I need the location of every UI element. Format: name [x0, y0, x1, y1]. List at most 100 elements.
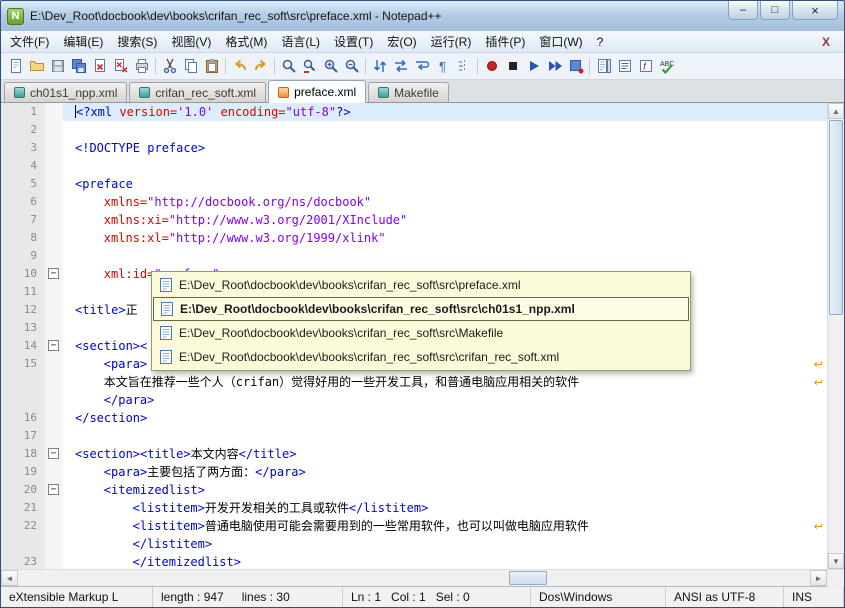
title-bar[interactable]: N E:\Dev_Root\docbook\dev\books\crifan_r…: [1, 1, 844, 31]
menu-item[interactable]: 文件(F): [3, 30, 56, 53]
editor-row[interactable]: 17: [1, 427, 827, 445]
word-wrap-icon[interactable]: [411, 56, 432, 77]
editor-row[interactable]: </listitem>: [1, 535, 827, 553]
editor-row[interactable]: 8 xmlns:xl="http://www.w3.org/1999/xlink": [1, 229, 827, 247]
save-all-icon[interactable]: [68, 56, 89, 77]
code-text[interactable]: <para>主要包括了两方面：</para>: [63, 463, 827, 481]
find-icon[interactable]: [278, 56, 299, 77]
tab[interactable]: crifan_rec_soft.xml: [129, 82, 267, 102]
editor-row[interactable]: 7 xmlns:xi="http://www.w3.org/2001/XInclu…: [1, 211, 827, 229]
editor-row[interactable]: 3 <!DOCTYPE preface>: [1, 139, 827, 157]
code-text[interactable]: [63, 247, 827, 265]
editor-row[interactable]: 6 xmlns="http://docbook.org/ns/docbook": [1, 193, 827, 211]
code-text[interactable]: <?xml version='1.0' encoding="utf-8"?>: [63, 103, 827, 121]
menu-item[interactable]: 语言(L): [274, 30, 327, 53]
code-text[interactable]: <!DOCTYPE preface>: [63, 139, 827, 157]
vertical-scrollbar-thumb[interactable]: [829, 120, 843, 315]
code-text[interactable]: </section>: [63, 409, 827, 427]
menu-item[interactable]: 编辑(E): [56, 30, 110, 53]
minimize-button[interactable]: –: [728, 1, 758, 20]
zoom-in-icon[interactable]: [320, 56, 341, 77]
scroll-up-icon[interactable]: ▲: [828, 103, 844, 119]
code-text[interactable]: [63, 427, 827, 445]
code-text[interactable]: <itemizedlist>: [63, 481, 827, 499]
menu-item[interactable]: 设置(T): [327, 30, 380, 53]
cut-icon[interactable]: [159, 56, 180, 77]
editor-row[interactable]: 18− <section><title>本文内容</title>: [1, 445, 827, 463]
tab[interactable]: Makefile: [368, 82, 449, 102]
fold-marker-icon[interactable]: −: [48, 484, 59, 495]
code-text[interactable]: <listitem>普通电脑使用可能会需要用到的一些常用软件，也可以叫做电脑应用…: [63, 517, 827, 535]
undo-icon[interactable]: [229, 56, 250, 77]
maximize-button[interactable]: □: [760, 1, 790, 20]
new-document-icon[interactable]: [5, 56, 26, 77]
editor-row[interactable]: 1 <?xml version='1.0' encoding="utf-8"?>: [1, 103, 827, 121]
indent-guide-icon[interactable]: [453, 56, 474, 77]
document-list-icon[interactable]: [614, 56, 635, 77]
fold-marker-icon[interactable]: −: [48, 268, 59, 279]
fold-marker-icon[interactable]: −: [48, 448, 59, 459]
menubar-close-icon[interactable]: X: [810, 35, 842, 49]
menu-item[interactable]: 运行(R): [424, 30, 479, 53]
fold-marker-icon[interactable]: −: [48, 340, 59, 351]
editor-row[interactable]: 4: [1, 157, 827, 175]
show-all-characters-icon[interactable]: ¶: [432, 56, 453, 77]
copy-icon[interactable]: [180, 56, 201, 77]
editor-row[interactable]: 2: [1, 121, 827, 139]
save-icon[interactable]: [47, 56, 68, 77]
editor-row[interactable]: 本文旨在推荐一些个人（crifan）觉得好用的一些开发工具，和普通电脑应用相关的…: [1, 373, 827, 391]
menu-item[interactable]: ?: [590, 32, 611, 52]
open-folder-icon[interactable]: [26, 56, 47, 77]
menu-item[interactable]: 插件(P): [478, 30, 532, 53]
function-list-icon[interactable]: f: [635, 56, 656, 77]
code-text[interactable]: [63, 121, 827, 139]
code-text[interactable]: xmlns:xi="http://www.w3.org/2001/XInclud…: [63, 211, 827, 229]
popup-file-item[interactable]: E:\Dev_Root\docbook\dev\books\crifan_rec…: [153, 297, 689, 321]
replace-icon[interactable]: [299, 56, 320, 77]
vertical-scrollbar[interactable]: ▲ ▼: [827, 103, 844, 569]
code-text[interactable]: 本文旨在推荐一些个人（crifan）觉得好用的一些开发工具，和普通电脑应用相关的…: [63, 373, 827, 391]
macro-stop-icon[interactable]: [502, 56, 523, 77]
code-text[interactable]: <listitem>开发开发相关的工具或软件</listitem>: [63, 499, 827, 517]
editor-row[interactable]: 5 <preface: [1, 175, 827, 193]
print-icon[interactable]: [131, 56, 152, 77]
editor-row[interactable]: 16 </section>: [1, 409, 827, 427]
tab[interactable]: preface.xml: [268, 80, 367, 103]
status-eol-format[interactable]: Dos\Windows: [531, 587, 666, 607]
editor-row[interactable]: </para>: [1, 391, 827, 409]
horizontal-scrollbar-thumb[interactable]: [509, 571, 547, 585]
horizontal-scrollbar[interactable]: ◄ ►: [1, 569, 844, 587]
menu-item[interactable]: 视图(V): [164, 30, 218, 53]
code-text[interactable]: [63, 157, 827, 175]
code-text[interactable]: xmlns:xl="http://www.w3.org/1999/xlink": [63, 229, 827, 247]
editor-row[interactable]: 23 </itemizedlist>: [1, 553, 827, 569]
close-button[interactable]: ×: [792, 1, 838, 20]
document-map-icon[interactable]: [593, 56, 614, 77]
status-insert-mode[interactable]: INS: [784, 587, 844, 607]
close-all-icon[interactable]: [110, 56, 131, 77]
sync-vertical-icon[interactable]: [369, 56, 390, 77]
macro-save-icon[interactable]: [565, 56, 586, 77]
zoom-out-icon[interactable]: [341, 56, 362, 77]
menu-item[interactable]: 窗口(W): [532, 30, 589, 53]
popup-file-item[interactable]: E:\Dev_Root\docbook\dev\books\crifan_rec…: [153, 273, 689, 297]
menu-item[interactable]: 宏(O): [380, 30, 423, 53]
code-text[interactable]: <section><title>本文内容</title>: [63, 445, 827, 463]
macro-play-icon[interactable]: [523, 56, 544, 77]
scroll-down-icon[interactable]: ▼: [828, 553, 844, 569]
scroll-right-icon[interactable]: ►: [810, 570, 827, 586]
editor-row[interactable]: 22 <listitem>普通电脑使用可能会需要用到的一些常用软件，也可以叫做电脑…: [1, 517, 827, 535]
paste-icon[interactable]: [201, 56, 222, 77]
status-encoding[interactable]: ANSI as UTF-8: [666, 587, 784, 607]
macro-record-icon[interactable]: [481, 56, 502, 77]
code-text[interactable]: </itemizedlist>: [63, 553, 827, 569]
editor-row[interactable]: 9: [1, 247, 827, 265]
scroll-left-icon[interactable]: ◄: [1, 570, 18, 586]
code-text[interactable]: </para>: [63, 391, 827, 409]
code-text[interactable]: <preface: [63, 175, 827, 193]
spell-check-icon[interactable]: ABC: [656, 56, 677, 77]
redo-icon[interactable]: [250, 56, 271, 77]
menu-item[interactable]: 格式(M): [218, 30, 274, 53]
editor-row[interactable]: 21 <listitem>开发开发相关的工具或软件</listitem>: [1, 499, 827, 517]
popup-file-item[interactable]: E:\Dev_Root\docbook\dev\books\crifan_rec…: [153, 321, 689, 345]
